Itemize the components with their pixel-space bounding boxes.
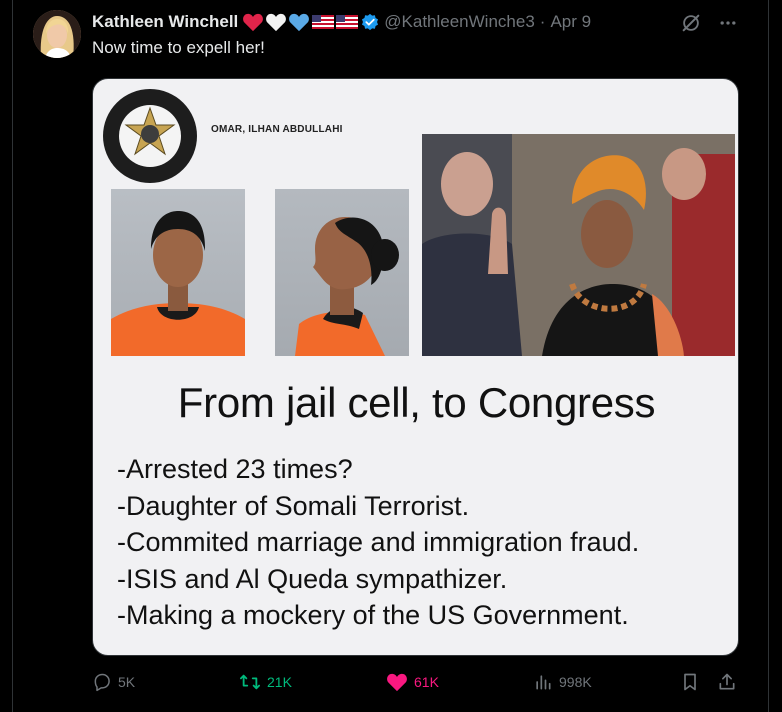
- repost-icon: [240, 674, 261, 690]
- us-flag-icon: [336, 15, 359, 29]
- tweet-header: Kathleen Winchell @KathleenWinche3 · Apr…: [92, 11, 591, 33]
- congress-photo: [422, 134, 735, 356]
- red-heart-icon: [243, 13, 264, 32]
- name-emojis: [242, 12, 359, 32]
- reply-icon: [94, 673, 110, 692]
- separator: ·: [539, 12, 546, 31]
- tweet-date[interactable]: Apr 9: [550, 12, 591, 32]
- reply-button[interactable]: 5K: [92, 672, 135, 692]
- white-heart-icon: [266, 13, 287, 32]
- bullet-item: -Commited marriage and immigration fraud…: [117, 527, 640, 557]
- image-headline: From jail cell, to Congress: [177, 379, 656, 426]
- repost-button[interactable]: 21K: [239, 672, 292, 692]
- image-bullet-list: -Arrested 23 times? -Daughter of Somali …: [117, 451, 639, 634]
- share-icon: [719, 673, 735, 690]
- sheriff-caption: OMAR, ILHAN ABDULLAHI: [211, 124, 343, 135]
- verified-badge-icon[interactable]: [361, 13, 379, 31]
- tweet-text: Now time to expell her!: [92, 38, 265, 57]
- mugshot-front: [111, 189, 245, 356]
- like-button[interactable]: 61K: [386, 672, 439, 692]
- mugshot-profile: [275, 189, 409, 356]
- avatar-image: [33, 10, 81, 58]
- bullet-item: -Daughter of Somali Terrorist.: [117, 490, 470, 521]
- display-name[interactable]: Kathleen Winchell: [92, 12, 238, 32]
- avatar[interactable]: [33, 10, 81, 58]
- us-flag-icon: [312, 15, 335, 29]
- grok-icon[interactable]: [680, 12, 702, 34]
- tweet-image[interactable]: OMAR, ILHAN ABDULLAHI From jail cell, to…: [92, 78, 739, 656]
- view-count: 998K: [559, 674, 592, 690]
- handle[interactable]: @KathleenWinche3: [384, 12, 535, 32]
- like-count: 61K: [414, 674, 439, 690]
- views-chart-icon: [536, 675, 551, 690]
- bullet-item: -Arrested 23 times?: [117, 454, 353, 484]
- repost-count: 21K: [267, 674, 292, 690]
- bookmark-icon: [684, 673, 696, 691]
- bullet-item: -Making a mockery of the US Government.: [117, 600, 629, 630]
- reply-count: 5K: [118, 674, 136, 690]
- top-actions: [680, 12, 738, 34]
- heart-icon: [387, 673, 407, 692]
- share-button[interactable]: [717, 672, 737, 692]
- action-bar: 5K 21K 61K 998K: [92, 672, 742, 698]
- more-options-icon[interactable]: [718, 13, 738, 33]
- blue-heart-icon: [289, 13, 310, 32]
- bullet-item: -ISIS and Al Queda sympathizer.: [117, 563, 508, 594]
- views-button[interactable]: 998K: [533, 672, 592, 692]
- bookmark-button[interactable]: [680, 672, 700, 692]
- sheriff-seal-icon: [103, 89, 197, 183]
